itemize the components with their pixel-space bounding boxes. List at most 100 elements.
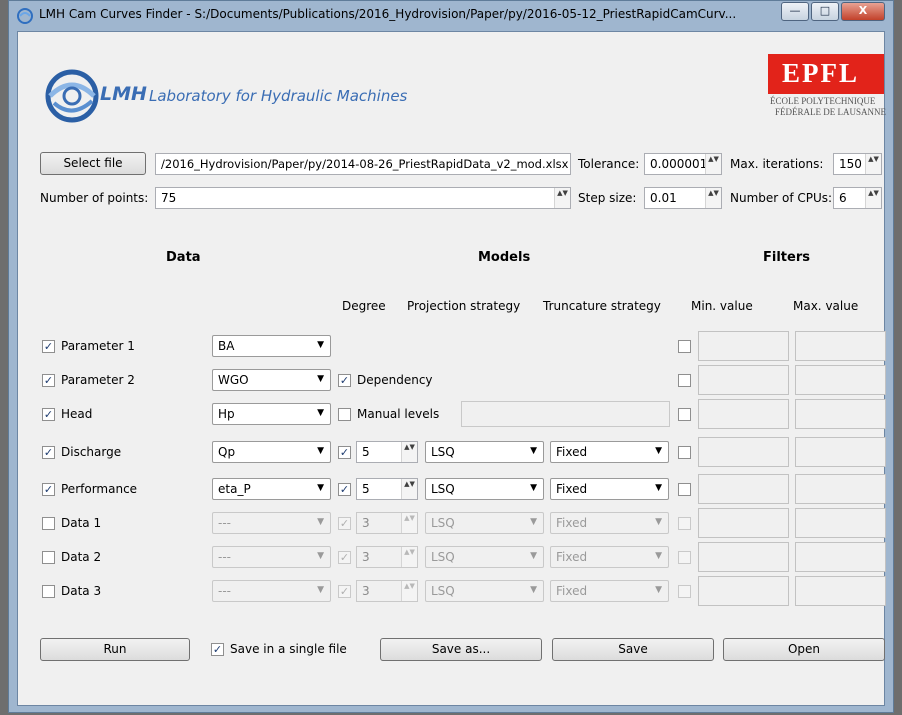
row-checkbox[interactable] [42,585,55,598]
spin-arrows-icon[interactable]: ▲▼ [401,581,417,601]
manual-levels-field[interactable] [461,401,670,427]
points-spinbox[interactable]: 75 ▲▼ [155,187,571,209]
degree-checkbox[interactable]: ✓ [338,551,351,564]
min-value-field[interactable] [698,437,789,467]
truncature-dropdown[interactable]: Fixed ▼ [550,441,669,463]
spin-arrows-icon[interactable]: ▲▼ [401,442,417,462]
filter-checkbox[interactable] [678,483,691,496]
data-section-header: Data [166,250,201,265]
variable-dropdown[interactable]: eta_P ▼ [212,478,331,500]
filter-checkbox[interactable] [678,585,691,598]
min-value-field[interactable] [698,508,789,538]
truncature-dropdown[interactable]: Fixed ▼ [550,478,669,500]
row-label: Data 3 [61,584,102,598]
row-checkbox[interactable] [42,517,55,530]
truncature-column-header: Truncature strategy [543,299,661,313]
variable-dropdown[interactable]: Hp ▼ [212,403,331,425]
row-checkbox[interactable]: ✓ [42,374,55,387]
min-value-field[interactable] [698,576,789,606]
dependency-checkbox[interactable]: ✓ [338,374,351,387]
degree-spinbox[interactable]: 5 ▲▼ [356,478,418,500]
spin-arrows-icon[interactable]: ▲▼ [401,513,417,533]
projection-dropdown[interactable]: LSQ ▼ [425,478,544,500]
spin-arrows-icon[interactable]: ▲▼ [401,479,417,499]
max-value-field[interactable] [795,542,886,572]
degree-checkbox[interactable]: ✓ [338,446,351,459]
min-value-field[interactable] [698,365,789,395]
min-value-field[interactable] [698,474,789,504]
save-button[interactable]: Save [552,638,714,661]
single-file-checkbox[interactable]: ✓ [211,643,224,656]
spin-arrows-icon[interactable]: ▲▼ [401,547,417,567]
max-value-field[interactable] [795,576,886,606]
chevron-down-icon: ▼ [317,483,324,493]
truncature-dropdown[interactable]: Fixed ▼ [550,512,669,534]
run-button[interactable]: Run [40,638,190,661]
projection-dropdown[interactable]: LSQ ▼ [425,512,544,534]
manual-levels-checkbox[interactable] [338,408,351,421]
filter-checkbox[interactable] [678,551,691,564]
row-checkbox[interactable]: ✓ [42,483,55,496]
variable-dropdown[interactable]: BA ▼ [212,335,331,357]
degree-spinbox[interactable]: 3 ▲▼ [356,512,418,534]
save-as-button[interactable]: Save as... [380,638,542,661]
spin-arrows-icon[interactable]: ▲▼ [705,188,721,208]
projection-dropdown[interactable]: LSQ ▼ [425,546,544,568]
degree-spinbox[interactable]: 3 ▲▼ [356,546,418,568]
points-label: Number of points: [40,191,149,205]
variable-dropdown[interactable]: WGO ▼ [212,369,331,391]
degree-spinbox[interactable]: 5 ▲▼ [356,441,418,463]
variable-dropdown[interactable]: --- ▼ [212,580,331,602]
projection-dropdown[interactable]: LSQ ▼ [425,441,544,463]
filter-checkbox[interactable] [678,408,691,421]
max-value-field[interactable] [795,437,886,467]
degree-checkbox[interactable]: ✓ [338,483,351,496]
filter-checkbox[interactable] [678,374,691,387]
filter-checkbox[interactable] [678,340,691,353]
maximize-button[interactable]: □ [811,2,839,21]
min-value-field[interactable] [698,399,789,429]
degree-checkbox[interactable]: ✓ [338,517,351,530]
max-value-field[interactable] [795,365,886,395]
step-size-spinbox[interactable]: 0.01 ▲▼ [644,187,722,209]
projection-dropdown[interactable]: LSQ ▼ [425,580,544,602]
truncature-dropdown[interactable]: Fixed ▼ [550,546,669,568]
max-value-field[interactable] [795,399,886,429]
filter-checkbox[interactable] [678,446,691,459]
spin-arrows-icon[interactable]: ▲▼ [865,154,881,174]
min-value-column-header: Min. value [691,299,753,313]
variable-dropdown[interactable]: --- ▼ [212,546,331,568]
row-label: Data 1 [61,516,102,530]
max-value-field[interactable] [795,508,886,538]
degree-checkbox[interactable]: ✓ [338,585,351,598]
step-size-label: Step size: [578,191,637,205]
row-checkbox[interactable]: ✓ [42,340,55,353]
max-iterations-spinbox[interactable]: 150 ▲▼ [833,153,882,175]
max-value-field[interactable] [795,474,886,504]
filter-checkbox[interactable] [678,517,691,530]
select-file-button[interactable]: Select file [40,152,146,175]
truncature-dropdown[interactable]: Fixed ▼ [550,580,669,602]
chevron-down-icon: ▼ [317,446,324,456]
chevron-down-icon: ▼ [655,483,662,493]
close-button[interactable]: X [841,2,885,21]
row-checkbox[interactable]: ✓ [42,446,55,459]
open-button[interactable]: Open [723,638,885,661]
min-value-field[interactable] [698,331,789,361]
row-checkbox[interactable]: ✓ [42,408,55,421]
spin-arrows-icon[interactable]: ▲▼ [554,188,570,208]
variable-dropdown[interactable]: Qp ▼ [212,441,331,463]
tolerance-spinbox[interactable]: 0.000001 ▲▼ [644,153,722,175]
degree-spinbox[interactable]: 3 ▲▼ [356,580,418,602]
spin-arrows-icon[interactable]: ▲▼ [865,188,881,208]
variable-dropdown[interactable]: --- ▼ [212,512,331,534]
row-label: Parameter 2 [61,373,135,387]
file-path-field[interactable]: /2016_Hydrovision/Paper/py/2014-08-26_Pr… [155,153,571,175]
title-bar[interactable]: LMH Cam Curves Finder - S:/Documents/Pub… [9,1,893,29]
min-value-field[interactable] [698,542,789,572]
row-checkbox[interactable] [42,551,55,564]
max-value-field[interactable] [795,331,886,361]
spin-arrows-icon[interactable]: ▲▼ [705,154,721,174]
minimize-button[interactable]: — [781,2,809,21]
cpus-spinbox[interactable]: 6 ▲▼ [833,187,882,209]
